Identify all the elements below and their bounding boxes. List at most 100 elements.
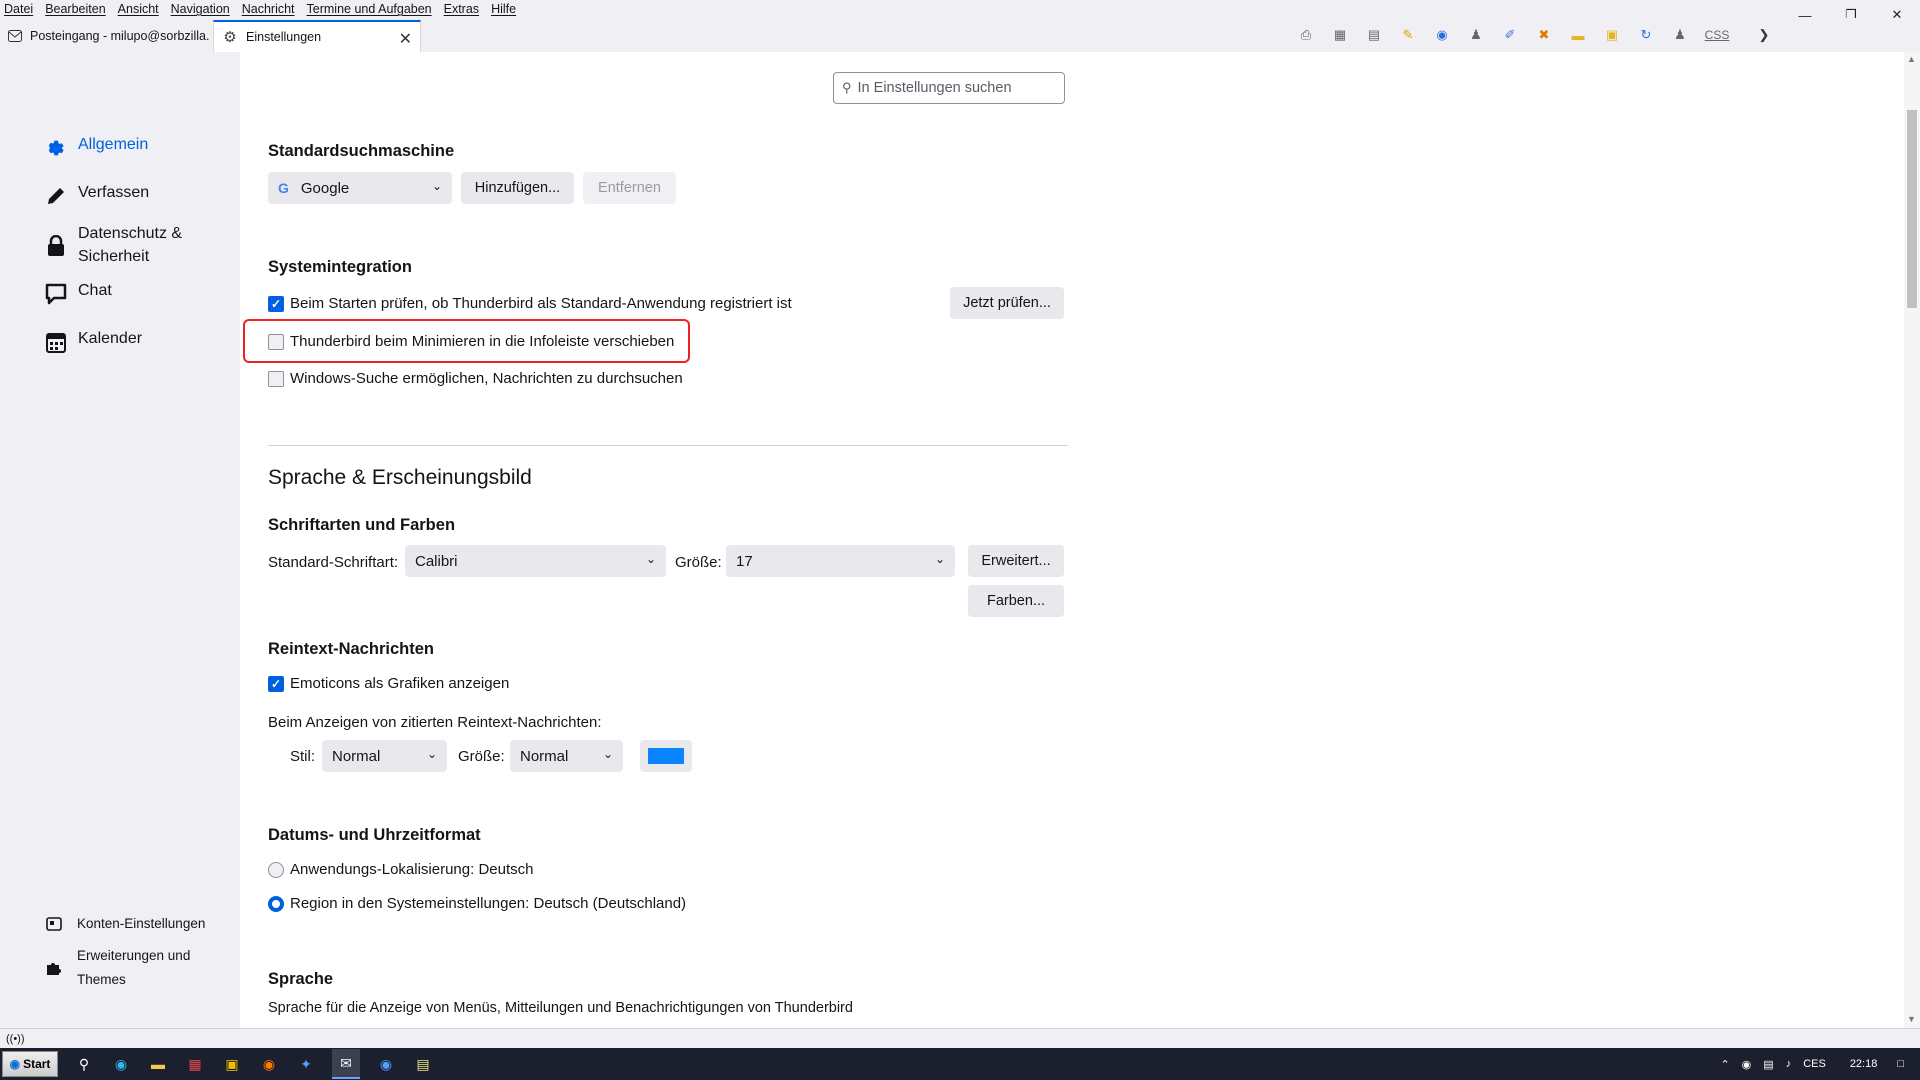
contacts-icon[interactable]: ♟ <box>1465 24 1487 46</box>
explorer-icon[interactable]: ▬ <box>147 1053 169 1075</box>
sidebar-addons-themes[interactable]: Erweiterungen und Themes <box>44 944 190 992</box>
chevron-down-icon: ⌄ <box>431 179 442 193</box>
network-icon[interactable]: ▤ <box>1763 1058 1773 1071</box>
datetime-region-radio[interactable] <box>268 895 284 912</box>
folder-icon[interactable]: ▬ <box>1567 24 1589 46</box>
menu-hilfe[interactable]: Hilfe <box>491 2 516 16</box>
default-font-value: Calibri <box>415 552 458 570</box>
google-icon: G <box>278 180 289 196</box>
app-grid-icon[interactable]: ▦ <box>184 1053 206 1075</box>
check-now-button[interactable]: Jetzt prüfen... <box>950 287 1064 319</box>
css-icon[interactable]: CSS <box>1703 24 1731 46</box>
menu-ansicht[interactable]: Ansicht <box>118 2 159 16</box>
search-placeholder: In Einstellungen suchen <box>857 80 1012 96</box>
lock-icon <box>44 234 68 258</box>
tools-icon[interactable]: ✖ <box>1533 24 1555 46</box>
scrollbar-thumb[interactable] <box>1907 110 1917 308</box>
online-status-icon[interactable]: ((•)) <box>6 1033 25 1045</box>
search-icon[interactable]: ⚲ <box>73 1053 95 1075</box>
add-search-engine-button[interactable]: Hinzufügen... <box>461 172 574 204</box>
quoted-label: Beim Anzeigen von zitierten Reintext-Nac… <box>268 714 602 731</box>
menubar: Datei Bearbeiten Ansicht Navigation Nach… <box>0 0 1920 18</box>
scroll-down-icon[interactable]: ▼ <box>1907 1014 1916 1024</box>
thunderbird-active-icon[interactable]: ✉ <box>332 1049 360 1079</box>
start-button[interactable]: ◉ Start <box>2 1051 58 1077</box>
system-integration-heading: Systemintegration <box>268 258 412 276</box>
chevron-right-icon[interactable]: ❯ <box>1753 24 1775 46</box>
windows-search-checkbox[interactable] <box>268 370 284 387</box>
addons-label: Erweiterungen und Themes <box>77 944 190 992</box>
colors-button[interactable]: Farben... <box>968 585 1064 617</box>
menu-termine[interactable]: Termine und Aufgaben <box>307 2 432 16</box>
note-icon[interactable]: ✎ <box>1397 24 1419 46</box>
pen-icon <box>44 184 68 208</box>
defender-icon[interactable]: ◉ <box>1742 1058 1752 1071</box>
check-default-row: ✓ Beim Starten prüfen, ob Thunderbird al… <box>268 295 792 312</box>
quote-size-select[interactable]: Normal ⌄ <box>510 740 623 772</box>
menu-datei[interactable]: Datei <box>4 2 33 16</box>
notifications-icon[interactable]: □ <box>1897 1058 1904 1070</box>
sidebar-item-calendar[interactable]: Kalender <box>44 330 142 354</box>
toolbar-addon-icons: ⎙ ▦ ▤ ✎ ◉ ♟ ✐ ✖ ▬ ▣ ↻ ♟ CSS ❯ <box>1295 24 1787 46</box>
close-tab-icon[interactable]: ✕ <box>399 29 412 49</box>
app-feather-icon[interactable]: ✦ <box>295 1053 317 1075</box>
font-size-select[interactable]: 17 ⌄ <box>726 545 955 577</box>
search-engine-value: Google <box>300 179 350 197</box>
datetime-app-radio[interactable] <box>268 861 284 878</box>
firefox-icon[interactable]: ◉ <box>258 1053 280 1075</box>
language-indicator[interactable]: CES <box>1803 1058 1826 1070</box>
list-icon[interactable]: ▤ <box>1363 24 1385 46</box>
privacy-line1: Datenschutz & <box>78 225 183 242</box>
menu-bearbeiten[interactable]: Bearbeiten <box>45 2 105 16</box>
tab-settings[interactable]: ⚙ Einstellungen ✕ <box>213 20 421 52</box>
fonts-colors-heading: Schriftarten und Farben <box>268 516 456 534</box>
sidebar-item-compose[interactable]: Verfassen <box>44 184 149 208</box>
language-appearance-heading: Sprache & Erscheinungsbild <box>268 466 532 489</box>
print-icon[interactable]: ⎙ <box>1295 24 1317 46</box>
quote-style-value: Normal <box>332 747 381 765</box>
check-default-checkbox[interactable]: ✓ <box>268 295 284 312</box>
person-list-icon[interactable]: ♟ <box>1669 24 1691 46</box>
menu-nachricht[interactable]: Nachricht <box>242 2 295 16</box>
sidebar-item-label: Chat <box>78 282 112 299</box>
chat-icon <box>44 282 68 306</box>
menu-extras[interactable]: Extras <box>444 2 479 16</box>
settings-search-input[interactable]: ⚲ In Einstellungen suchen <box>833 72 1065 104</box>
folder-mail-icon[interactable]: ▣ <box>1601 24 1623 46</box>
windows-logo-icon: ◉ <box>9 1057 21 1071</box>
sync-icon[interactable]: ↻ <box>1635 24 1657 46</box>
sidebar-accounts-settings[interactable]: Konten-Einstellungen <box>44 912 205 936</box>
calendar-small-icon[interactable]: ▦ <box>1329 24 1351 46</box>
pencil-icon[interactable]: ✐ <box>1499 24 1521 46</box>
advanced-fonts-button[interactable]: Erweitert... <box>968 545 1064 577</box>
app-icon[interactable]: ▣ <box>221 1053 243 1075</box>
volume-icon[interactable]: ♪ <box>1786 1058 1792 1070</box>
language-description: Sprache für die Anzeige von Menüs, Mitte… <box>268 1000 853 1016</box>
quote-style-select[interactable]: Normal ⌄ <box>322 740 447 772</box>
quote-size-label: Größe: <box>458 748 505 765</box>
edge-icon[interactable]: ◉ <box>110 1053 132 1075</box>
quote-color-picker[interactable] <box>640 740 692 772</box>
default-font-select[interactable]: Calibri ⌄ <box>405 545 666 577</box>
globe-icon[interactable]: ◉ <box>1431 24 1453 46</box>
menu-navigation[interactable]: Navigation <box>171 2 230 16</box>
mail-icon <box>8 28 22 44</box>
sidebar-item-general[interactable]: Allgemein <box>44 136 148 160</box>
search-engine-select[interactable]: G Google ⌄ <box>268 172 452 204</box>
windows-search-label: Windows-Suche ermöglichen, Nachrichten z… <box>290 370 683 387</box>
statusbar: ((•)) <box>0 1028 1920 1048</box>
clock[interactable]: 22:18 <box>1850 1058 1878 1070</box>
chevron-up-icon[interactable]: ⌃ <box>1720 1058 1729 1071</box>
remove-search-engine-button[interactable]: Entfernen <box>583 172 676 204</box>
emoticons-checkbox[interactable]: ✓ <box>268 675 284 692</box>
thunderbird-icon[interactable]: ◉ <box>375 1053 397 1075</box>
sidebar-item-privacy[interactable]: Datenschutz & Sicherheit <box>44 222 182 268</box>
sidebar-item-chat[interactable]: Chat <box>44 282 112 306</box>
page-scrollbar[interactable]: ▲ ▼ <box>1904 52 1920 1028</box>
emoticons-row: ✓ Emoticons als Grafiken anzeigen <box>268 675 509 692</box>
account-icon <box>44 912 64 936</box>
scroll-up-icon[interactable]: ▲ <box>1907 54 1916 64</box>
tab-inbox[interactable]: Posteingang - milupo@sorbzilla.de <box>0 20 210 52</box>
taskbar: ◉ Start ⚲ ◉ ▬ ▦ ▣ ◉ ✦ ✉ ◉ ▤ ⌃ ◉ ▤ ♪ CES … <box>0 1048 1920 1080</box>
notepad-icon[interactable]: ▤ <box>412 1053 434 1075</box>
